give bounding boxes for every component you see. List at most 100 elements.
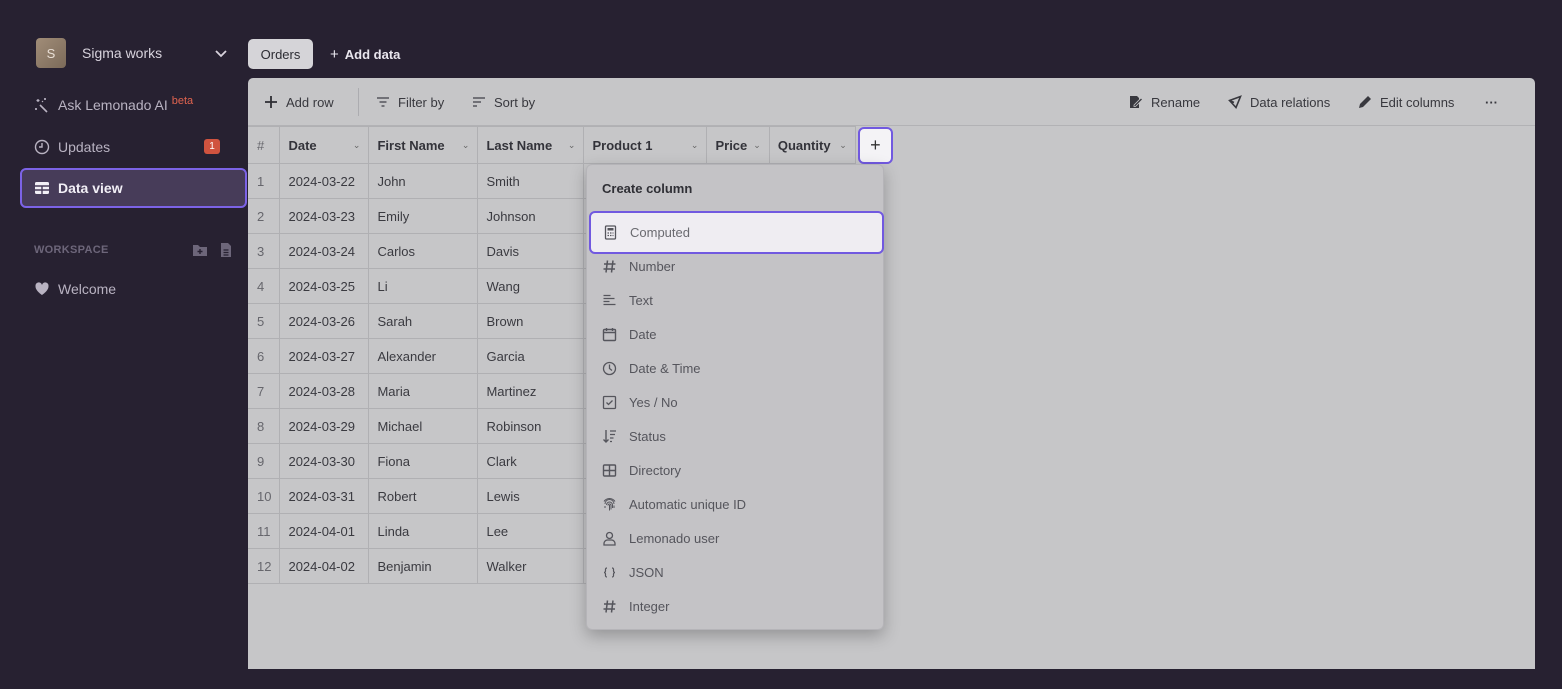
first-name-cell[interactable]: Fiona	[368, 443, 479, 479]
chevron-down-icon[interactable]: ⌄	[753, 140, 761, 151]
last-name-cell[interactable]: Walker	[477, 548, 585, 584]
menu-title: Create column	[602, 181, 693, 196]
date-cell[interactable]: 2024-03-28	[279, 373, 370, 409]
data-panel: Add row Filter by Sort by Rename Data re…	[248, 78, 1535, 669]
workspace-avatar: S	[36, 38, 66, 68]
row-index-cell: 1	[248, 163, 281, 199]
first-name-cell[interactable]: Linda	[368, 513, 479, 549]
menu-item-automatic-unique-id[interactable]: Automatic unique ID	[590, 487, 882, 521]
date-cell[interactable]: 2024-03-29	[279, 408, 370, 444]
chevron-down-icon[interactable]: ⌄	[462, 140, 470, 151]
menu-item-label: Computed	[630, 225, 690, 240]
first-name-cell[interactable]: Sarah	[368, 303, 479, 339]
clock-icon	[602, 361, 617, 375]
tab-orders[interactable]: Orders	[248, 39, 313, 69]
date-cell[interactable]: 2024-03-23	[279, 198, 370, 234]
last-name-cell[interactable]: Robinson	[477, 408, 585, 444]
column-header-last-name[interactable]: Last Name ⌄	[477, 126, 585, 164]
menu-item-date[interactable]: Date	[590, 317, 882, 351]
first-name-cell[interactable]: Maria	[368, 373, 479, 409]
last-name-cell[interactable]: Martinez	[477, 373, 585, 409]
date-cell[interactable]: 2024-03-26	[279, 303, 370, 339]
date-cell[interactable]: 2024-03-22	[279, 163, 370, 199]
clock-icon	[34, 139, 50, 155]
last-name-cell[interactable]: Smith	[477, 163, 585, 199]
sort-by-button[interactable]: Sort by	[472, 90, 535, 114]
first-name-cell[interactable]: Carlos	[368, 233, 479, 269]
last-name-cell[interactable]: Brown	[477, 303, 585, 339]
date-cell[interactable]: 2024-03-31	[279, 478, 370, 514]
chevron-down-icon[interactable]: ⌄	[568, 140, 576, 151]
menu-item-status[interactable]: Status	[590, 419, 882, 453]
first-name-cell[interactable]: John	[368, 163, 479, 199]
column-header-first-name[interactable]: First Name ⌄	[368, 126, 479, 164]
last-name-cell[interactable]: Johnson	[477, 198, 585, 234]
filter-icon	[377, 97, 389, 107]
column-header-product-1[interactable]: Product 1 ⌄	[583, 126, 708, 164]
menu-item-label: Text	[629, 292, 653, 308]
add-data-button[interactable]: + Add data	[330, 39, 400, 69]
sidebar-item-ask-ai[interactable]: Ask Lemonado AI beta	[20, 85, 247, 125]
menu-item-text[interactable]: Text	[590, 283, 882, 317]
menu-item-label: Status	[629, 428, 666, 444]
first-name-cell[interactable]: Robert	[368, 478, 479, 514]
edit-columns-button[interactable]: Edit columns	[1358, 90, 1454, 114]
chevron-down-icon[interactable]: ⌄	[353, 140, 361, 151]
menu-item-date-time[interactable]: Date & Time	[590, 351, 882, 385]
new-document-icon[interactable]	[218, 242, 234, 258]
last-name-cell[interactable]: Davis	[477, 233, 585, 269]
workspace-switcher[interactable]: S Sigma works	[36, 38, 236, 68]
menu-item-integer[interactable]: Integer	[590, 589, 882, 623]
sort-by-label: Sort by	[494, 94, 536, 110]
first-name-cell[interactable]: Alexander	[368, 338, 479, 374]
row-index-cell: 2	[248, 198, 281, 234]
first-name-cell[interactable]: Benjamin	[368, 548, 479, 584]
date-cell[interactable]: 2024-03-30	[279, 443, 370, 479]
row-index-cell: 3	[248, 233, 281, 269]
menu-item-number[interactable]: Number	[590, 249, 882, 283]
table-icon	[35, 182, 49, 194]
last-name-cell[interactable]: Clark	[477, 443, 585, 479]
chevron-down-icon[interactable]: ⌄	[691, 140, 699, 151]
date-cell[interactable]: 2024-04-02	[279, 548, 370, 584]
calendar-icon	[602, 327, 617, 341]
table-grid-icon	[602, 463, 617, 477]
add-column-cell: +	[855, 126, 893, 164]
menu-item-json[interactable]: JSON	[590, 555, 882, 589]
row-index-cell: 6	[248, 338, 281, 374]
new-folder-icon[interactable]	[192, 242, 208, 258]
date-cell[interactable]: 2024-03-24	[279, 233, 370, 269]
plus-icon: +	[330, 45, 339, 63]
filter-by-button[interactable]: Filter by	[376, 90, 444, 114]
first-name-cell[interactable]: Li	[368, 268, 479, 304]
last-name-cell[interactable]: Wang	[477, 268, 585, 304]
column-header-label: Quantity	[777, 137, 831, 153]
last-name-cell[interactable]: Garcia	[477, 338, 585, 374]
column-header-quantity[interactable]: Quantity ⌄	[768, 126, 856, 164]
date-cell[interactable]: 2024-03-25	[279, 268, 370, 304]
rename-button[interactable]: Rename	[1129, 90, 1200, 114]
date-cell[interactable]: 2024-03-27	[279, 338, 370, 374]
sidebar-item-welcome[interactable]: Welcome	[20, 269, 247, 309]
menu-item-yes-no[interactable]: Yes / No	[590, 385, 882, 419]
menu-item-directory[interactable]: Directory	[590, 453, 882, 487]
menu-item-computed[interactable]: Computed	[589, 211, 884, 254]
first-name-cell[interactable]: Emily	[368, 198, 479, 234]
menu-item-lemonado-user[interactable]: Lemonado user	[590, 521, 882, 555]
date-cell[interactable]: 2024-04-01	[279, 513, 370, 549]
column-header-label: Price	[715, 137, 748, 153]
add-column-button[interactable]: +	[857, 126, 893, 164]
sidebar-item-data-view[interactable]: Data view	[20, 168, 247, 208]
first-name-cell[interactable]: Michael	[368, 408, 479, 444]
more-options-button[interactable]: ···	[1485, 90, 1498, 114]
column-header-price[interactable]: Price ⌄	[706, 126, 770, 164]
column-header-label: Date	[288, 137, 317, 153]
sidebar-item-updates[interactable]: Updates 1	[20, 127, 247, 167]
add-row-button[interactable]: Add row	[264, 90, 334, 114]
last-name-cell[interactable]: Lewis	[477, 478, 585, 514]
data-relations-button[interactable]: Data relations	[1228, 90, 1330, 114]
column-header-date[interactable]: Date ⌄	[279, 126, 370, 164]
table-header-row: # Date ⌄ First Name ⌄ Last Name ⌄ Product 1…	[248, 126, 893, 164]
last-name-cell[interactable]: Lee	[477, 513, 585, 549]
chevron-down-icon[interactable]: ⌄	[839, 140, 847, 151]
